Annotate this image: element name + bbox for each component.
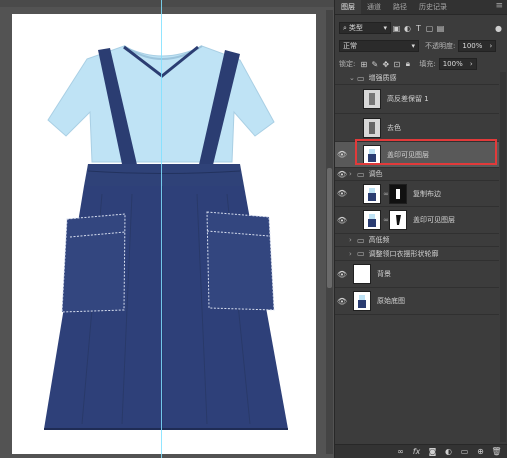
folder-icon: ▭ <box>357 235 365 245</box>
mask-thumbnail[interactable] <box>389 183 407 204</box>
mask-icon[interactable]: ◙ <box>427 446 438 457</box>
link-icon[interactable]: ∞ <box>395 446 406 457</box>
chevron-down-icon: ▾ <box>411 42 415 50</box>
menu-icon[interactable]: ≡ <box>490 0 507 14</box>
eye-icon[interactable]: 👁︎ <box>335 170 349 179</box>
layer-name: 复制布边 <box>413 189 441 198</box>
panel-tabs: 图层 通道 路径 历史记录 ≡ <box>335 0 507 15</box>
panel-scrollbar[interactable] <box>500 72 506 442</box>
blend-mode-select[interactable]: 正常 ▾ <box>339 40 419 52</box>
layer-row[interactable]: 高反差保留 1 <box>335 85 499 114</box>
layer-row[interactable]: 👁︎ ∞ 盖印可见图层 <box>335 207 499 234</box>
eye-icon[interactable]: 👁︎ <box>335 297 349 306</box>
eye-icon[interactable]: 👁︎ <box>335 270 349 279</box>
search-icon: ⌕ <box>343 24 347 32</box>
guide-line[interactable] <box>161 0 162 458</box>
layer-thumbnail <box>363 117 381 138</box>
opacity-input[interactable]: 100% › <box>458 40 497 52</box>
lock-all-icon[interactable]: 🔒︎ <box>402 59 413 70</box>
chevron-down-icon: ▾ <box>383 24 387 32</box>
fx-icon[interactable]: fx <box>411 446 422 457</box>
trash-icon[interactable]: 🗑︎ <box>491 446 502 457</box>
folder-icon[interactable]: ▭ <box>459 446 470 457</box>
layer-list: ⌄ ▭ 增强质感 高反差保留 1 去色 👁︎ 盖印可见图层 👁︎ › ▭ 调色 … <box>335 72 507 442</box>
layer-row[interactable]: 👁︎ 背景 <box>335 261 499 288</box>
filter-kind-select[interactable]: ⌕ 类型 ▾ <box>339 22 391 34</box>
ruler <box>0 0 334 7</box>
eye-icon[interactable]: 👁︎ <box>335 216 349 225</box>
lock-transparent-icon[interactable]: ⊞ <box>358 59 369 70</box>
adjustment-icon[interactable]: ◐ <box>443 446 454 457</box>
layer-thumbnail <box>363 144 381 165</box>
type-filter-icon[interactable]: T <box>413 23 424 34</box>
filter-kind-value: 类型 <box>348 24 363 32</box>
chevron-right-icon: › <box>489 42 493 50</box>
fill-value: 100% <box>442 60 463 68</box>
layer-row[interactable]: 去色 <box>335 114 499 142</box>
opacity-label: 不透明度: <box>425 42 456 50</box>
layer-row[interactable]: 👁︎ › ▭ 调色 <box>335 168 499 181</box>
folder-icon: ▭ <box>357 169 365 179</box>
tab-paths[interactable]: 路径 <box>387 0 413 14</box>
canvas-scroll-thumb[interactable] <box>327 168 332 288</box>
chevron-right-icon[interactable]: › <box>349 170 357 178</box>
shape-filter-icon[interactable]: ▢ <box>424 23 435 34</box>
layer-name: 高反差保留 1 <box>387 95 429 103</box>
eye-icon[interactable]: 👁︎ <box>335 150 349 159</box>
layer-name: 原始底图 <box>377 297 405 305</box>
new-layer-icon[interactable]: ⊕ <box>475 446 486 457</box>
layer-name: 盖印可见图层 <box>413 216 455 224</box>
lock-artboard-icon[interactable]: ⊡ <box>391 59 402 70</box>
document-canvas[interactable] <box>12 14 316 454</box>
chevron-right-icon[interactable]: › <box>349 250 357 258</box>
layer-row[interactable]: 👁︎ ∞ 复制布边 <box>335 181 499 207</box>
blend-mode-value: 正常 <box>343 42 357 50</box>
layer-thumbnail <box>363 210 381 230</box>
fill-label: 填充: <box>419 60 436 68</box>
layer-thumbnail <box>353 291 371 311</box>
layer-thumbnail <box>353 264 371 284</box>
layer-name: 去色 <box>387 123 401 132</box>
tab-layers[interactable]: 图层 <box>335 0 361 14</box>
layer-name: 背景 <box>377 270 391 278</box>
layer-name: 调整领口衣摆形状轮廓 <box>368 249 439 258</box>
smart-filter-icon[interactable]: ▤ <box>435 23 446 34</box>
blend-row: 正常 ▾ 不透明度: 100% › <box>339 40 504 52</box>
tab-channels[interactable]: 通道 <box>361 0 387 14</box>
layer-row[interactable]: 👁︎ 原始底图 <box>335 288 499 315</box>
pixel-filter-icon[interactable]: ▣ <box>391 23 402 34</box>
layer-row[interactable]: › ▭ 高低频 <box>335 234 499 247</box>
layer-row[interactable]: ⌄ ▭ 增强质感 <box>335 72 499 85</box>
layer-name: 盖印可见图层 <box>387 150 429 159</box>
mask-thumbnail[interactable] <box>389 210 407 230</box>
panel-bottom-bar: ∞ fx ◙ ◐ ▭ ⊕ 🗑︎ <box>335 444 507 458</box>
layer-name: 调色 <box>368 170 383 178</box>
lock-row: 锁定: ⊞ ✎ ✥ ⊡ 🔒︎ 填充: 100% › <box>339 58 504 70</box>
adjustment-filter-icon[interactable]: ◐ <box>402 23 413 34</box>
layer-thumbnail <box>363 183 381 204</box>
chevron-right-icon: › <box>469 60 473 68</box>
lock-label: 锁定: <box>339 60 356 68</box>
chevron-down-icon[interactable]: ⌄ <box>349 74 357 82</box>
eye-icon[interactable]: 👁︎ <box>335 189 349 198</box>
lock-paint-icon[interactable]: ✎ <box>369 59 380 70</box>
dress-image <box>44 45 288 430</box>
layer-row-selected[interactable]: 👁︎ 盖印可见图层 <box>335 142 499 168</box>
tab-history[interactable]: 历史记录 <box>413 0 453 14</box>
opacity-value: 100% <box>462 42 483 50</box>
folder-icon: ▭ <box>357 249 365 258</box>
folder-icon: ▭ <box>357 73 365 83</box>
layer-thumbnail <box>363 89 381 109</box>
chevron-right-icon[interactable]: › <box>349 236 357 244</box>
fill-input[interactable]: 100% › <box>438 58 477 70</box>
layer-name: 增强质感 <box>368 74 397 82</box>
canvas-area[interactable] <box>0 0 334 458</box>
layer-row[interactable]: › ▭ 调整领口衣摆形状轮廓 <box>335 247 499 261</box>
layers-panel: 图层 通道 路径 历史记录 ≡ ⌕ 类型 ▾ ▣ ◐ T ▢ ▤ ● 正常 ▾ … <box>334 0 507 458</box>
layer-name: 高低频 <box>368 236 390 244</box>
lock-move-icon[interactable]: ✥ <box>380 59 391 70</box>
filter-row: ⌕ 类型 ▾ ▣ ◐ T ▢ ▤ ● <box>339 22 504 34</box>
filter-toggle-icon[interactable]: ● <box>493 23 504 34</box>
